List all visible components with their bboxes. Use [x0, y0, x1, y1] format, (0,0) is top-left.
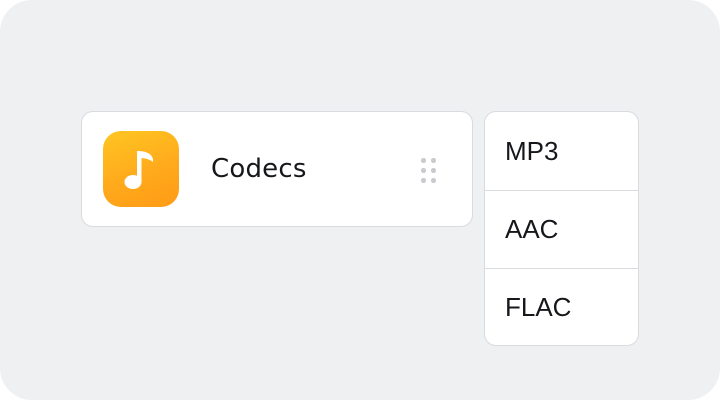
item-label: Codecs [211, 154, 307, 184]
drag-handle-icon[interactable] [419, 157, 439, 185]
option-aac[interactable]: AAC [485, 190, 638, 268]
option-mp3[interactable]: MP3 [485, 112, 638, 190]
option-flac[interactable]: FLAC [485, 268, 638, 345]
music-note-icon [103, 131, 179, 207]
codecs-item-card[interactable]: Codecs [81, 111, 473, 227]
codec-dropdown-menu: MP3 AAC FLAC [484, 111, 639, 346]
canvas: Codecs MP3 AAC FLAC [0, 0, 720, 400]
